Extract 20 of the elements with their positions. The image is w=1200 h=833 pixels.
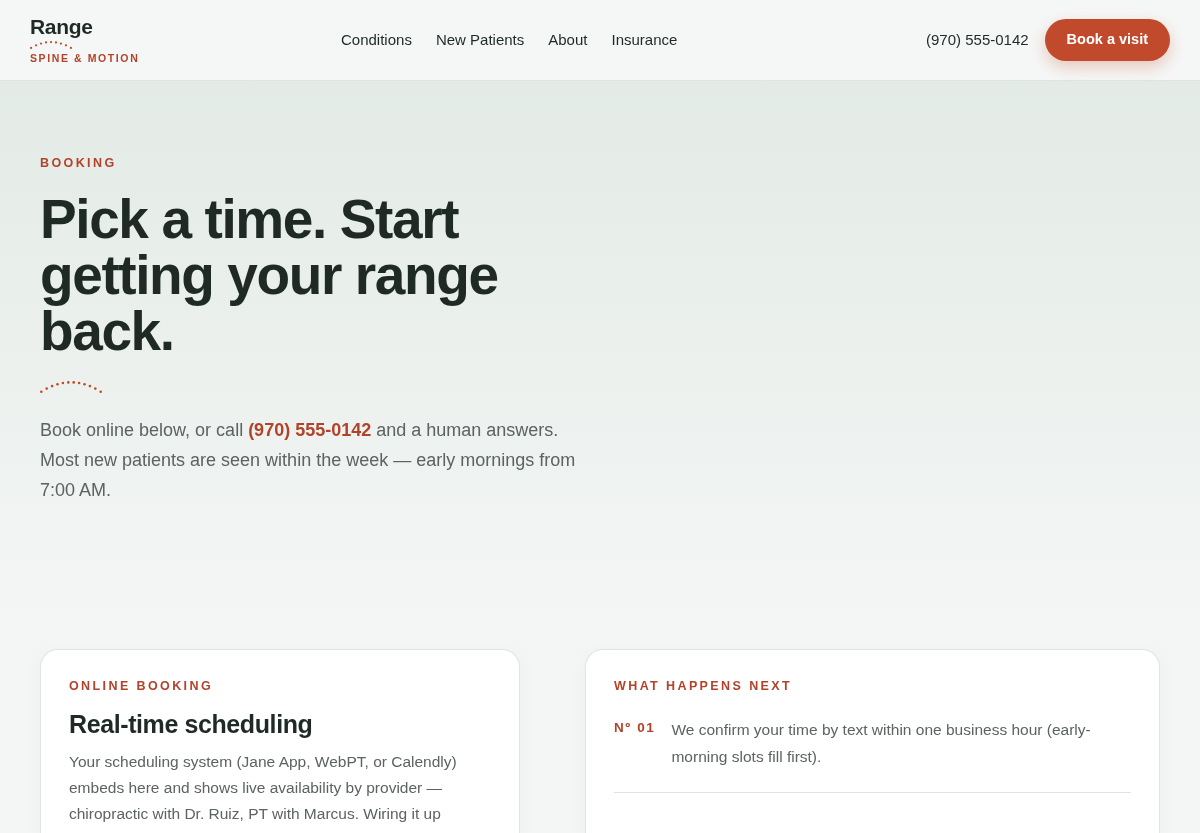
dotted-arc-icon <box>40 380 102 393</box>
nav-link[interactable]: New Patients <box>435 28 525 52</box>
nav-link[interactable]: Conditions <box>341 28 412 52</box>
logo-wordmark[interactable]: Range <box>30 16 140 38</box>
step-description: We confirm your time by text within one business hour (early-morning slots fill first). <box>671 719 1092 767</box>
hero-heading: Pick a time. Start getting your range back. <box>40 190 499 359</box>
section-eyebrow: BOOKING <box>40 155 118 172</box>
dotted-arc-icon <box>30 41 72 50</box>
step-number: Nº 01 <box>614 718 656 737</box>
phone-link[interactable]: (970) 555-0142 <box>248 419 372 440</box>
book-visit-button[interactable]: Book a visit <box>1044 19 1170 61</box>
card-description: Your scheduling system (Jane App, WebPT, or Calendly) embeds here and shows live availability by provider — chiropractic with Dr. Ruiz, PT with Marcus. Wiring it up <box>69 751 458 824</box>
card-heading: Real-time scheduling <box>69 708 314 739</box>
phone-link[interactable]: (970) 555-0142 <box>926 28 1029 52</box>
nav-link[interactable]: Insurance <box>611 28 678 52</box>
card-eyebrow: WHAT HAPPENS NEXT <box>614 678 794 695</box>
card-eyebrow: ONLINE BOOKING <box>69 678 215 695</box>
nav-link[interactable]: About <box>548 28 588 52</box>
logo-tagline: SPINE & MOTION <box>30 53 140 64</box>
hero-intro: Book online below, or call (970) 555-0142 and a human answers. Most new patients are seen within the week — early mornings from 7:00 AM. <box>40 418 577 502</box>
